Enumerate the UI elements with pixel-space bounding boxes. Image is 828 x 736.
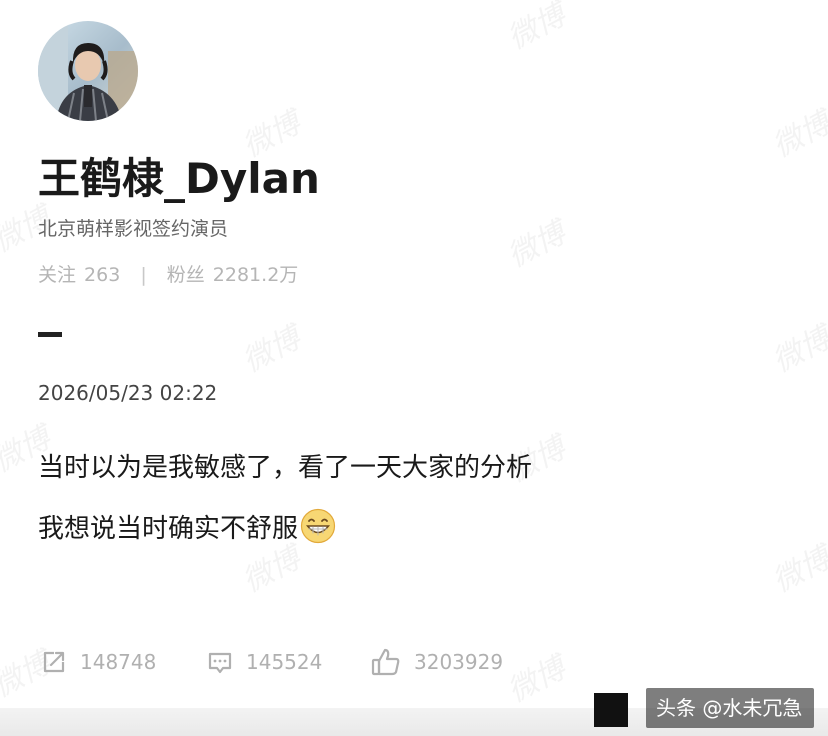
thumbs-up-icon (371, 648, 400, 676)
repost-button[interactable]: 148748 (40, 646, 156, 678)
profile-name[interactable]: 王鹤棣_Dylan (38, 145, 320, 206)
post-text-line-1: 当时以为是我敏感了，看了一天大家的分析 (38, 453, 533, 483)
watermark: 微博 (501, 0, 572, 57)
grinning-face-emoji-icon (300, 508, 336, 544)
followers-label: 粉丝 (166, 264, 205, 286)
avatar-photo-icon (38, 21, 138, 121)
post-text-line-2-content: 我想说当时确实不舒服 (38, 514, 299, 544)
repost-count: 148748 (80, 650, 157, 674)
share-icon (43, 651, 65, 673)
verification-text: 北京萌样影视签约演员 (38, 218, 229, 240)
watermark: 微博 (766, 540, 828, 600)
avatar[interactable] (38, 21, 138, 121)
following-count: 263 (84, 264, 121, 286)
watermark-layer: 微博 微博 微博 微博 微博 微博 微博 微博 微博 微博 微博 微博 微博 (0, 0, 828, 736)
watermark: 微博 (766, 320, 828, 380)
like-button[interactable]: 3203929 (370, 646, 503, 678)
footer-black-block (594, 693, 628, 727)
followers-count: 2281.2万 (212, 264, 299, 286)
followers-stat[interactable]: 粉丝 2281.2万 (167, 264, 299, 286)
post-dash: — (38, 332, 62, 337)
source-watermark-tag: 头条 @水未冗急 (646, 688, 815, 728)
like-count: 3203929 (414, 650, 504, 674)
comment-count: 145524 (246, 650, 323, 674)
comment-button[interactable]: 145524 (206, 646, 322, 678)
watermark: 微博 (501, 215, 572, 275)
stats-separator: | (140, 264, 147, 286)
watermark: 微博 (766, 105, 828, 165)
weibo-post-screenshot: 微博 微博 微博 微博 微博 微博 微博 微博 微博 微博 微博 微博 微博 王… (0, 0, 828, 736)
profile-stats: 关注 263 | 粉丝 2281.2万 (38, 260, 298, 287)
following-label: 关注 (38, 264, 77, 286)
post-timestamp: 2026/05/23 02:22 (38, 381, 218, 405)
watermark: 微博 (501, 650, 572, 710)
comment-icon (208, 652, 232, 674)
watermark: 微博 (236, 320, 307, 380)
post-text-line-2: 我想说当时确实不舒服 (38, 508, 336, 545)
following-stat[interactable]: 关注 263 (38, 264, 126, 286)
